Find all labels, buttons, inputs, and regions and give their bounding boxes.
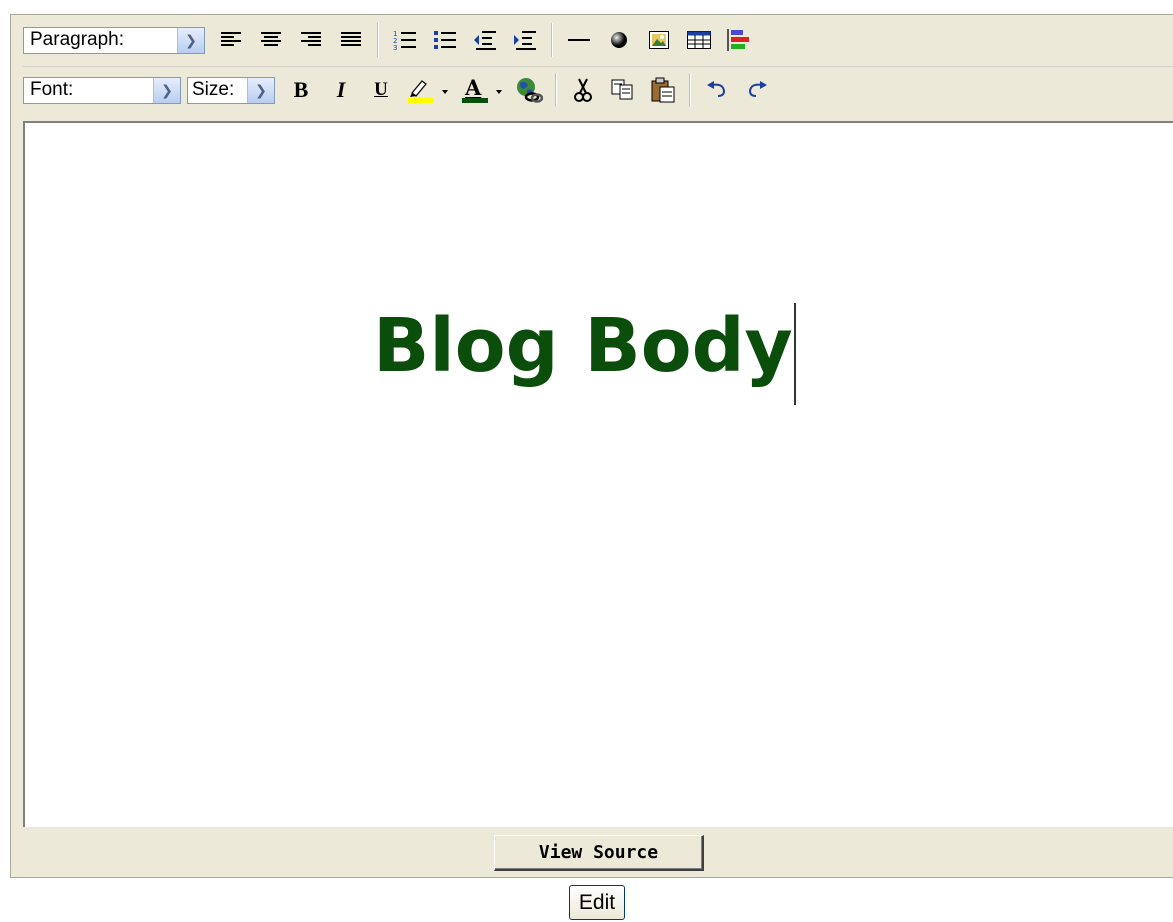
font-color-button[interactable]: A	[458, 73, 506, 107]
chevron-down-icon: ❯	[177, 27, 204, 53]
bold-button[interactable]: B	[284, 73, 318, 107]
insert-image-icon[interactable]	[642, 23, 676, 57]
chevron-down-icon: ❯	[153, 77, 180, 103]
toolbar-divider	[555, 73, 557, 107]
insert-table-icon[interactable]	[682, 23, 716, 57]
special-char-icon[interactable]	[602, 23, 636, 57]
undo-icon[interactable]	[700, 73, 734, 107]
highlight-button[interactable]	[404, 73, 452, 107]
underline-button[interactable]: U	[364, 73, 398, 107]
ordered-list-icon[interactable]: 123	[388, 23, 422, 57]
toolbar-row-1: Paragraph: ❯ 123	[23, 17, 1173, 63]
rich-text-editor: Paragraph: ❯ 123 Font: ❯ Size: ❯ B I U A…	[10, 14, 1173, 878]
view-source-button[interactable]: View Source	[494, 835, 704, 871]
outdent-icon[interactable]	[468, 23, 502, 57]
font-family-value: Font:	[30, 79, 74, 100]
justify-icon[interactable]	[334, 23, 368, 57]
paste-icon[interactable]	[646, 73, 680, 107]
chevron-down-icon: ❯	[247, 77, 274, 103]
paragraph-format-select[interactable]: Paragraph: ❯	[23, 26, 205, 54]
cut-icon[interactable]	[566, 73, 600, 107]
align-right-icon[interactable]	[294, 23, 328, 57]
copy-icon[interactable]	[606, 73, 640, 107]
svg-text:A: A	[464, 77, 482, 100]
edit-button[interactable]: Edit	[569, 885, 625, 920]
horizontal-rule-icon[interactable]	[562, 23, 596, 57]
font-size-value: Size:	[192, 79, 235, 100]
align-center-icon[interactable]	[254, 23, 288, 57]
toolbar-divider	[551, 23, 553, 57]
highlight-icon	[408, 80, 448, 103]
toolbar-divider	[689, 73, 691, 107]
font-color-icon: A	[462, 77, 502, 103]
toolbar-row-2: Font: ❯ Size: ❯ B I U A	[23, 67, 1173, 113]
font-family-select[interactable]: Font: ❯	[23, 76, 181, 104]
toolbar-divider	[377, 23, 379, 57]
editor-content-area[interactable]: Blog Body	[23, 121, 1173, 827]
font-size-select[interactable]: Size: ❯	[187, 76, 275, 104]
blog-heading[interactable]: Blog Body	[373, 303, 793, 389]
unordered-list-icon[interactable]	[428, 23, 462, 57]
text-cursor	[794, 303, 796, 405]
underline-icon: U	[374, 79, 388, 100]
insert-link-icon[interactable]	[512, 73, 546, 107]
italic-button[interactable]: I	[324, 73, 358, 107]
paragraph-format-value: Paragraph:	[30, 29, 125, 50]
indent-icon[interactable]	[508, 23, 542, 57]
align-left-icon[interactable]	[214, 23, 248, 57]
italic-icon: I	[336, 77, 346, 102]
svg-text:3: 3	[393, 44, 397, 51]
redo-icon[interactable]	[740, 73, 774, 107]
layers-icon[interactable]	[722, 23, 756, 57]
bold-icon: B	[293, 77, 309, 102]
